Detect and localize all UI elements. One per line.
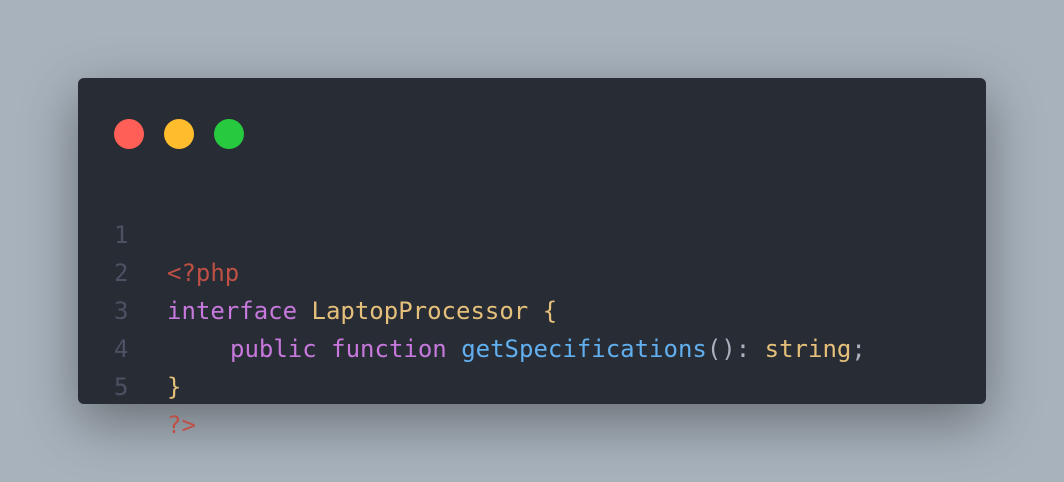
php-close-tag: ?> <box>167 411 196 439</box>
maximize-dot-icon[interactable] <box>214 119 244 149</box>
close-brace-token: } <box>167 373 182 401</box>
line-content: } <box>167 368 181 406</box>
close-dot-icon[interactable] <box>114 119 144 149</box>
code-line: 2 interface LaptopProcessor { <box>78 216 986 325</box>
code-block: 1 <?php 2 interface LaptopProcessor { 3 … <box>78 178 986 439</box>
line-number: 5 <box>114 373 129 401</box>
code-line: 4 } <box>78 292 986 401</box>
minimize-dot-icon[interactable] <box>164 119 194 149</box>
line-content: ?> <box>167 406 196 444</box>
code-line: 1 <?php <box>78 178 986 287</box>
code-window: 1 <?php 2 interface LaptopProcessor { 3 … <box>78 78 986 439</box>
code-line: 5 ?> <box>78 330 986 439</box>
code-line: 3 public function getSpecifications(): s… <box>78 254 986 363</box>
